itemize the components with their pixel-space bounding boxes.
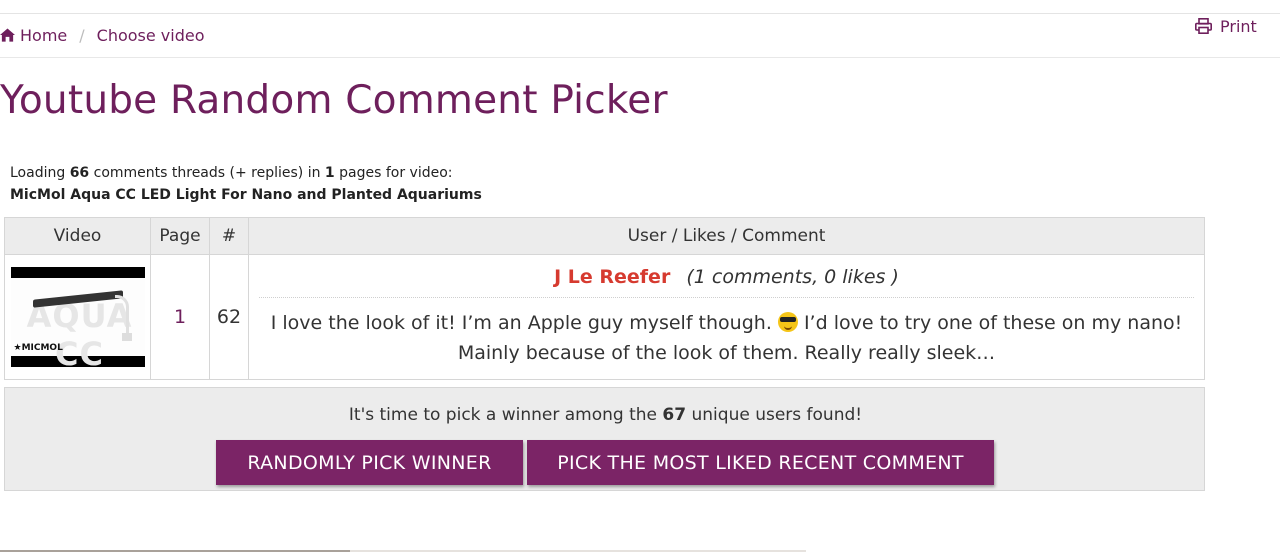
breadcrumb-separator: / [79,25,85,45]
comment-text-part1: I love the look of it! I’m an Apple guy … [270,312,772,334]
video-title: MicMol Aqua CC LED Light For Nano and Pl… [10,187,482,203]
winner-panel: It's time to pick a winner among the 67 … [4,387,1205,491]
header-number: # [209,217,249,255]
nav-divider [0,57,1280,58]
printer-icon [1195,18,1212,34]
top-divider [0,13,1280,14]
home-icon [0,28,15,42]
username-link[interactable]: J Le Reefer [554,266,670,288]
table-row: AQUA CC ★MICMOL 1 62 J Le Reefer (1 comm… [4,254,1205,380]
loading-status: Loading 66 comments threads (+ replies) … [10,164,482,205]
user-line: J Le Reefer (1 comments, 0 likes ) [259,266,1194,298]
unique-users-count: 67 [662,405,687,425]
loading-prefix: Loading [10,165,66,181]
pick-most-liked-comment-button[interactable]: PICK THE MOST LIKED RECENT COMMENT [527,440,994,485]
breadcrumb-home-label[interactable]: Home [20,26,67,45]
winner-text-prefix: It's time to pick a winner among the [348,405,658,425]
print-label[interactable]: Print [1220,17,1257,36]
randomly-pick-winner-button[interactable]: RANDOMLY PICK WINNER [216,440,523,485]
page-cell: 1 [150,254,210,380]
comment-cell: J Le Reefer (1 comments, 0 likes ) I lov… [248,254,1205,380]
winner-text-suffix: unique users found! [691,405,863,425]
bottom-divider-dark [0,550,350,552]
table-header-row: Video Page # User / Likes / Comment [4,217,1205,255]
breadcrumb-home-link[interactable]: Home [0,26,67,45]
sunglasses-emoji-icon [777,312,798,332]
header-user-likes-comment: User / Likes / Comment [248,217,1205,255]
pages-count: 1 [324,165,335,181]
number-cell: 62 [209,254,249,380]
header-video: Video [4,217,151,255]
loading-middle: comments threads (+ replies) in [93,165,321,181]
print-button[interactable]: Print [1195,16,1257,36]
breadcrumb-current: Choose video [96,25,205,45]
video-thumbnail[interactable]: AQUA CC ★MICMOL [10,267,145,367]
thumbnail-brand: ★MICMOL [13,343,63,353]
bottom-divider [0,550,806,552]
threads-count: 66 [69,165,90,181]
comment-box: J Le Reefer (1 comments, 0 likes ) I lov… [249,266,1204,368]
comment-text: I love the look of it! I’m an Apple guy … [259,308,1194,368]
loading-suffix: pages for video: [339,165,453,181]
winner-text: It's time to pick a winner among the 67 … [5,405,1206,425]
thumbnail-base [121,333,132,341]
user-stats: (1 comments, 0 likes ) [686,266,899,288]
header-page: Page [150,217,210,255]
video-cell: AQUA CC ★MICMOL [4,254,151,380]
breadcrumb: Home / Choose video [0,24,205,46]
thumbnail-stand [114,295,129,335]
comments-table: Video Page # User / Likes / Comment AQUA… [4,217,1205,380]
page-title: Youtube Random Comment Picker [0,78,668,123]
